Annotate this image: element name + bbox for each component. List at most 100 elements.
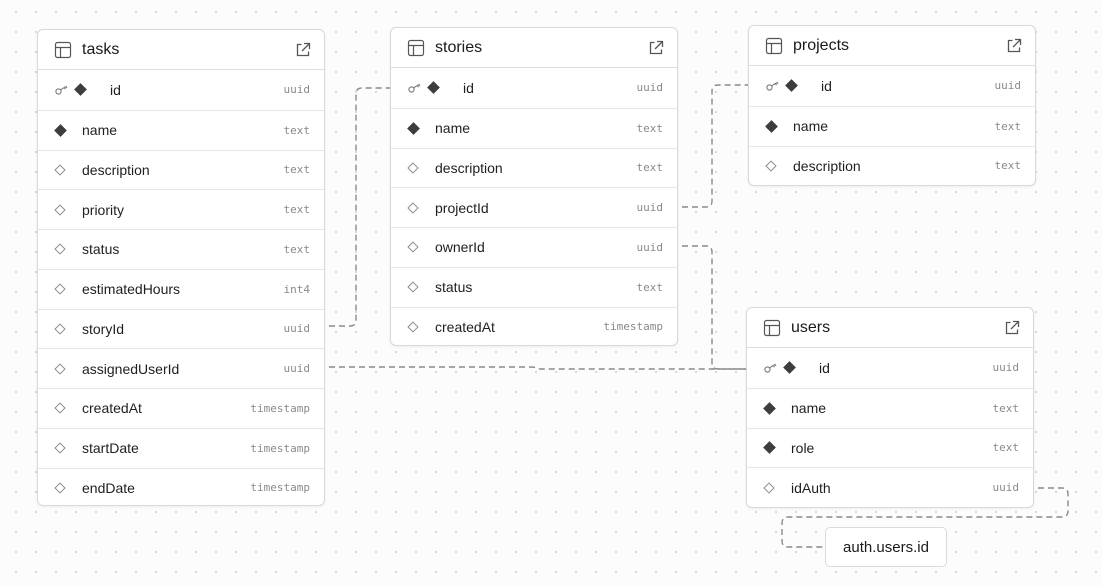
column-row[interactable]: name text — [38, 109, 324, 150]
column-row[interactable]: id uuid — [391, 68, 677, 108]
column-marker — [783, 79, 799, 93]
not-null-diamond-icon — [73, 83, 87, 97]
nullable-diamond-icon — [54, 482, 66, 494]
column-type: text — [636, 121, 664, 135]
table-stories[interactable]: stories id uuid name text description text pro… — [390, 27, 678, 346]
column-name: status — [435, 279, 473, 296]
column-row[interactable]: id uuid — [747, 348, 1033, 388]
column-marker — [52, 442, 68, 454]
column-marker — [52, 323, 68, 335]
table-tasks[interactable]: tasks id uuid name text description text prior… — [37, 29, 325, 506]
column-name: name — [793, 118, 829, 135]
column-row[interactable]: createdAt timestamp — [391, 306, 677, 346]
column-row[interactable]: assignedUserId uuid — [38, 348, 324, 388]
column-row[interactable]: estimatedHours int4 — [38, 268, 324, 309]
column-name: endDate — [82, 479, 135, 496]
table-users[interactable]: users id uuid name text role text idAuth uuid — [746, 307, 1034, 508]
column-row[interactable]: description text — [391, 147, 677, 188]
column-marker — [52, 123, 68, 137]
table-icon — [407, 39, 425, 57]
column-row[interactable]: name text — [391, 107, 677, 148]
column-type: text — [283, 163, 311, 177]
column-row[interactable]: description text — [38, 149, 324, 190]
nullable-diamond-icon — [54, 243, 66, 256]
column-type: timestamp — [250, 441, 310, 455]
column-type: timestamp — [250, 401, 310, 415]
column-type: text — [992, 441, 1020, 455]
column-row[interactable]: createdAt timestamp — [38, 388, 324, 428]
column-marker — [405, 162, 421, 174]
table-icon — [763, 319, 781, 337]
table-projects[interactable]: projects id uuid name text description text — [748, 25, 1036, 186]
column-type: uuid — [992, 481, 1020, 495]
edge-tasks-storyId-to-stories-id — [329, 87, 390, 327]
column-marker — [52, 362, 68, 375]
edge-stories-ownerId-to-users-id — [682, 245, 748, 370]
column-marker — [52, 243, 68, 256]
column-name: description — [793, 157, 861, 174]
column-row[interactable]: storyId uuid — [38, 308, 324, 349]
column-marker — [405, 281, 421, 293]
nullable-diamond-icon — [765, 160, 777, 172]
column-row[interactable]: status text — [391, 266, 677, 307]
nullable-diamond-icon — [407, 162, 419, 174]
not-null-diamond-icon — [784, 79, 798, 93]
not-null-diamond-icon — [406, 121, 420, 135]
column-marker — [761, 441, 777, 455]
column-type: uuid — [636, 81, 664, 95]
column-type: text — [283, 203, 311, 217]
table-header: tasks — [38, 30, 324, 70]
external-link-icon[interactable] — [1005, 37, 1023, 55]
column-type: uuid — [283, 83, 311, 97]
column-name: description — [82, 161, 150, 178]
column-row[interactable]: endDate timestamp — [38, 467, 324, 506]
table-name: projects — [793, 36, 850, 54]
external-link-icon[interactable] — [1003, 319, 1021, 337]
nullable-diamond-icon — [54, 402, 66, 415]
column-type: text — [992, 401, 1020, 415]
external-link-icon[interactable] — [647, 39, 665, 57]
external-reference-label: auth.users.id — [843, 538, 929, 556]
column-row[interactable]: id uuid — [749, 66, 1035, 106]
column-name: description — [435, 159, 503, 176]
column-type: text — [283, 123, 311, 137]
table-name: stories — [435, 38, 483, 56]
column-type: int4 — [283, 282, 311, 296]
table-header: projects — [749, 26, 1035, 66]
nullable-diamond-icon — [407, 201, 419, 214]
primary-key-icon — [52, 85, 72, 95]
nullable-diamond-icon — [54, 362, 66, 375]
external-reference-node[interactable]: auth.users.id — [825, 527, 947, 567]
column-marker — [425, 81, 441, 95]
column-marker — [52, 203, 68, 216]
column-type: uuid — [283, 362, 311, 376]
not-null-diamond-icon — [782, 361, 796, 375]
column-marker — [405, 201, 421, 214]
nullable-diamond-icon — [763, 481, 775, 494]
column-name: status — [82, 241, 120, 258]
column-row[interactable]: role text — [747, 427, 1033, 468]
column-row[interactable]: name text — [747, 387, 1033, 428]
column-name: storyId — [82, 320, 125, 337]
column-name: projectId — [435, 199, 489, 216]
column-row[interactable]: idAuth uuid — [747, 467, 1033, 507]
column-row[interactable]: name text — [749, 105, 1035, 146]
column-name: ownerId — [435, 239, 485, 256]
column-row[interactable]: startDate timestamp — [38, 427, 324, 468]
edge-stories-projectId-to-projects-id — [682, 84, 748, 208]
column-row[interactable]: priority text — [38, 189, 324, 229]
column-marker — [52, 402, 68, 415]
column-row[interactable]: description text — [749, 145, 1035, 186]
column-name: startDate — [82, 440, 139, 457]
table-name: users — [791, 318, 831, 336]
column-row[interactable]: status text — [38, 229, 324, 269]
column-row[interactable]: projectId uuid — [391, 187, 677, 227]
nullable-diamond-icon — [54, 203, 66, 216]
external-link-icon[interactable] — [294, 41, 312, 59]
column-row[interactable]: id uuid — [38, 70, 324, 110]
column-marker — [763, 160, 779, 172]
not-null-diamond-icon — [426, 81, 440, 95]
column-row[interactable]: ownerId uuid — [391, 227, 677, 267]
column-name: id — [110, 81, 121, 98]
not-null-diamond-icon — [762, 401, 776, 415]
